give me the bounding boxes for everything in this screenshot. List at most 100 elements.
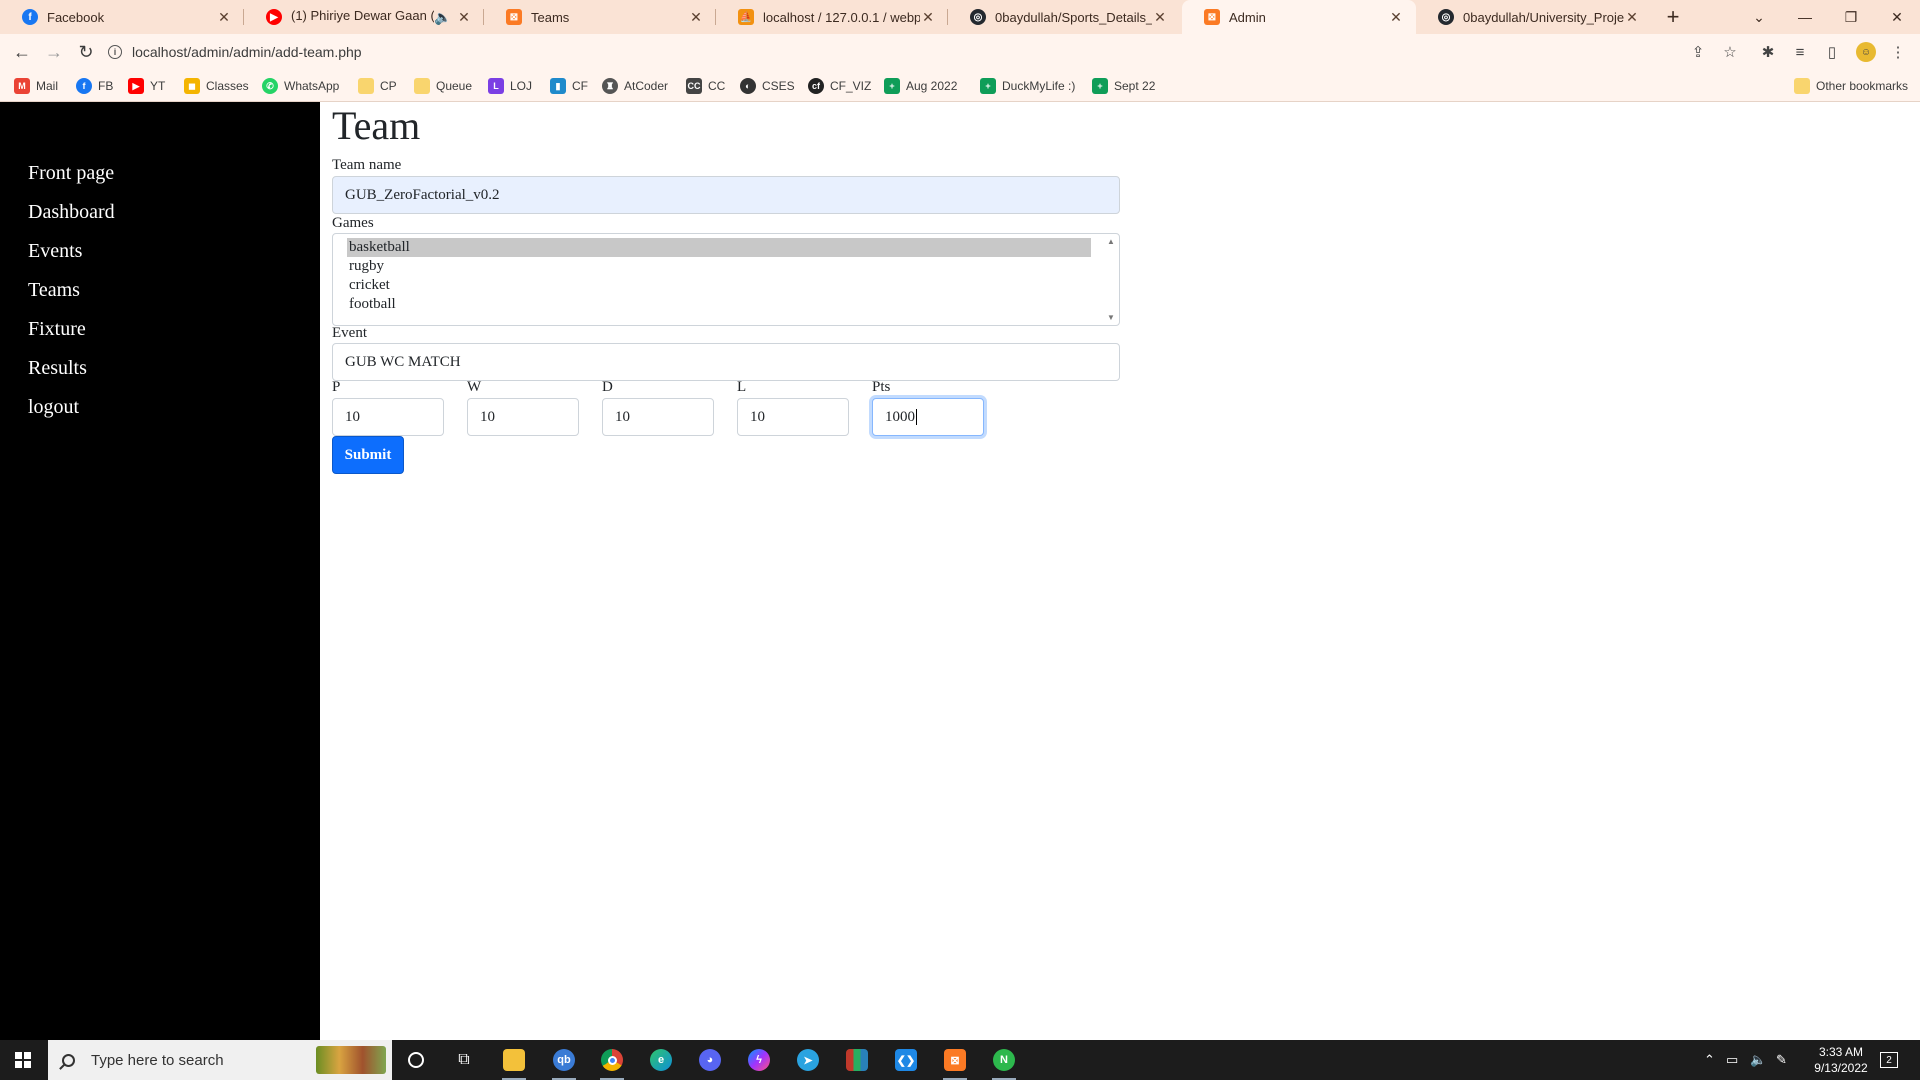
bookmark-star-icon[interactable]: ☆ [1720, 42, 1740, 62]
menu-icon[interactable]: ⋮ [1888, 42, 1908, 62]
restore-icon[interactable]: ❐ [1828, 0, 1874, 34]
whatsapp-icon: ✆ [262, 78, 278, 94]
notifications-icon[interactable]: 2 [1880, 1040, 1898, 1080]
bookmark-fb[interactable]: f FB [76, 76, 113, 96]
sidebar-item-front-page[interactable]: Front page [28, 162, 114, 185]
discord-icon[interactable]: ◕ [690, 1044, 730, 1076]
avatar[interactable]: ☺ [1856, 42, 1876, 62]
tab-label: 0baydullah/University_Projects: [1463, 9, 1624, 25]
taskbar-search-box[interactable]: Type here to search [48, 1040, 392, 1080]
bookmark-sept-22[interactable]: + Sept 22 [1092, 76, 1155, 96]
start-button[interactable] [0, 1040, 46, 1080]
info-icon[interactable]: i [108, 45, 122, 59]
xampp-icon[interactable]: ⊠ [935, 1044, 975, 1080]
bookmark-atcoder[interactable]: ♜ AtCoder [602, 76, 668, 96]
tab-github-university[interactable]: ◎ 0baydullah/University_Projects: ✕ [1416, 0, 1652, 34]
minimize-icon[interactable]: — [1782, 0, 1828, 34]
bookmark-classes[interactable]: ◼ Classes [184, 76, 249, 96]
telegram-icon[interactable]: ➤ [788, 1044, 828, 1076]
points-input[interactable]: 1000 [872, 398, 984, 436]
address-bar[interactable]: i localhost/admin/admin/add-team.php [108, 37, 1768, 67]
tab-github-sports[interactable]: ◎ 0baydullah/Sports_Details_Web ✕ [948, 0, 1180, 34]
sidebar-item-logout[interactable]: logout [28, 396, 79, 419]
forward-icon[interactable]: → [40, 38, 68, 66]
back-icon[interactable]: ← [8, 38, 36, 66]
pen-icon[interactable]: ✎ [1776, 1040, 1787, 1080]
lost-input[interactable]: 10 [737, 398, 849, 436]
sidebar-item-results[interactable]: Results [28, 357, 87, 380]
cortana-icon[interactable] [396, 1044, 436, 1076]
new-tab-button[interactable]: + [1660, 0, 1686, 34]
team-name-input[interactable]: GUB_ZeroFactorial_v0.2 [332, 176, 1120, 214]
codechef-icon: CC [686, 78, 702, 94]
close-icon[interactable]: ✕ [1152, 9, 1168, 26]
tab-facebook[interactable]: f Facebook ✕ [0, 0, 244, 34]
bookmark-loj[interactable]: L LOJ [488, 76, 532, 96]
speaker-icon[interactable]: 🔈 [434, 9, 451, 26]
bookmark-yt[interactable]: ▶ YT [128, 76, 165, 96]
sidebar-item-events[interactable]: Events [28, 240, 82, 263]
bookmark-aug-2022[interactable]: + Aug 2022 [884, 76, 957, 96]
drawn-input[interactable]: 10 [602, 398, 714, 436]
extensions-icon[interactable]: ✱ [1758, 42, 1778, 62]
tab-teams[interactable]: ⊠ Teams ✕ [484, 0, 716, 34]
text-caret [916, 409, 917, 425]
winrar-icon[interactable] [837, 1044, 877, 1076]
tab-label: Facebook [47, 9, 105, 25]
edge-icon[interactable]: e [641, 1044, 681, 1076]
games-option-football[interactable]: football [347, 295, 1091, 314]
bookmark-duckmylife[interactable]: + DuckMyLife :) [980, 76, 1075, 96]
chrome-icon[interactable] [592, 1044, 632, 1080]
scroll-down-icon[interactable]: ▼ [1106, 313, 1116, 322]
games-select[interactable]: basketball rugby cricket football ▲ ▼ [332, 233, 1120, 326]
codeforces-icon: ▮ [550, 78, 566, 94]
vscode-icon[interactable]: ❮❯ [886, 1044, 926, 1076]
sidebar-item-dashboard[interactable]: Dashboard [28, 201, 115, 224]
page-content: Front page Dashboard Events Teams Fixtur… [0, 102, 1920, 1040]
other-bookmarks[interactable]: Other bookmarks [1794, 76, 1908, 96]
reading-list-icon[interactable]: ≡ [1790, 42, 1810, 62]
sheets-icon: + [980, 78, 996, 94]
close-icon[interactable]: ✕ [688, 9, 704, 26]
played-input[interactable]: 10 [332, 398, 444, 436]
taskbar-clock[interactable]: 3:33 AM 9/13/2022 [1796, 1044, 1886, 1076]
sidebar-item-teams[interactable]: Teams [28, 279, 80, 302]
sidebar-item-fixture[interactable]: Fixture [28, 318, 86, 341]
qbittorrent-icon[interactable]: qb [544, 1044, 584, 1080]
submit-button[interactable]: Submit [332, 436, 404, 474]
notepad-icon[interactable]: N [984, 1044, 1024, 1080]
side-panel-icon[interactable]: ▯ [1822, 42, 1842, 62]
close-window-icon[interactable]: ✕ [1874, 0, 1920, 34]
bookmark-folder-queue[interactable]: Queue [414, 76, 472, 96]
bookmark-cses[interactable]: ◐ CSES [740, 76, 795, 96]
games-option-cricket[interactable]: cricket [347, 276, 1091, 295]
network-icon[interactable]: ▭ [1726, 1040, 1738, 1080]
volume-icon[interactable]: 🔈 [1750, 1040, 1766, 1080]
bookmark-cf[interactable]: ▮ CF [550, 76, 588, 96]
file-explorer-icon[interactable] [494, 1044, 534, 1080]
show-hidden-icons[interactable]: ⌃ [1704, 1040, 1715, 1080]
event-input[interactable]: GUB WC MATCH [332, 343, 1120, 381]
bookmark-cfviz[interactable]: cf CF_VIZ [808, 76, 871, 96]
scroll-up-icon[interactable]: ▲ [1106, 237, 1116, 246]
tab-youtube[interactable]: ▶ (1) Phiriye Dewar Gaan (ফিরি 🔈 ✕ [244, 0, 484, 34]
messenger-icon[interactable]: ϟ [739, 1044, 779, 1076]
bookmark-cc[interactable]: CC CC [686, 76, 725, 96]
games-option-rugby[interactable]: rugby [347, 257, 1091, 276]
share-icon[interactable]: ⇪ [1688, 42, 1708, 62]
bookmark-mail[interactable]: M Mail [14, 76, 58, 96]
tab-phpmyadmin[interactable]: ⛵ localhost / 127.0.0.1 / webproje ✕ [716, 0, 948, 34]
bookmark-folder-cp[interactable]: CP [358, 76, 397, 96]
tab-search-icon[interactable]: ⌄ [1736, 0, 1782, 34]
tab-admin[interactable]: ⊠ Admin ✕ [1182, 0, 1416, 34]
reload-icon[interactable]: ↻ [72, 38, 100, 66]
close-icon[interactable]: ✕ [1624, 9, 1640, 26]
close-icon[interactable]: ✕ [456, 9, 472, 26]
won-input[interactable]: 10 [467, 398, 579, 436]
close-icon[interactable]: ✕ [920, 9, 936, 26]
task-view-icon[interactable]: ⧉ [444, 1044, 484, 1076]
close-icon[interactable]: ✕ [1388, 9, 1404, 26]
bookmark-whatsapp[interactable]: ✆ WhatsApp [262, 76, 339, 96]
games-option-basketball[interactable]: basketball [347, 238, 1091, 257]
close-icon[interactable]: ✕ [216, 9, 232, 26]
